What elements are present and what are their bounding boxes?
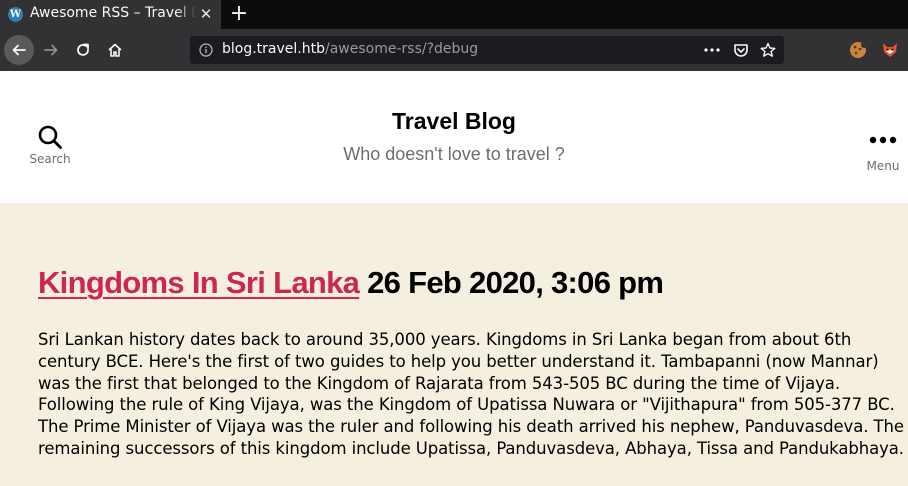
tab-title: Awesome RSS – Travel Blog: [30, 5, 196, 21]
tab-strip: W Awesome RSS – Travel Blog ✕ +: [0, 0, 908, 29]
wordpress-icon: W: [8, 7, 23, 22]
site-title[interactable]: Travel Blog: [254, 108, 654, 135]
more-icon: [704, 48, 720, 52]
menu-label: Menu: [866, 159, 900, 173]
bookmark-button[interactable]: [759, 41, 777, 59]
site-header: Search Travel Blog Who doesn't love to t…: [0, 71, 908, 203]
menu-dots-icon: [869, 136, 897, 144]
url-text[interactable]: blog.travel.htb/awesome-rss/?debug: [222, 41, 478, 57]
pocket-button[interactable]: [732, 41, 750, 59]
post-body: Sri Lankan history dates back to around …: [38, 330, 904, 458]
foxyproxy-icon[interactable]: [880, 40, 900, 60]
reload-button[interactable]: [68, 35, 98, 65]
search-toggle[interactable]: Search: [22, 125, 78, 175]
new-tab-button[interactable]: +: [228, 1, 250, 27]
search-icon: [38, 125, 62, 149]
main-content: Kingdoms In Sri Lanka 26 Feb 2020, 3:06 …: [0, 203, 908, 486]
url-host: blog.travel.htb: [222, 41, 325, 57]
search-label: Search: [29, 152, 71, 166]
tab-awesome-rss[interactable]: W Awesome RSS – Travel Blog ✕: [0, 0, 221, 29]
navigation-bar: blog.travel.htb/awesome-rss/?debug: [0, 29, 908, 71]
menu-toggle[interactable]: Menu: [858, 129, 908, 175]
arrow-right-icon: [44, 44, 58, 56]
forward-button[interactable]: [36, 35, 66, 65]
arrow-left-icon: [12, 44, 26, 56]
close-icon[interactable]: ✕: [197, 4, 215, 24]
page-actions-button[interactable]: [703, 41, 721, 59]
back-button[interactable]: [4, 35, 34, 65]
home-icon: [108, 43, 122, 57]
reload-icon: [77, 43, 89, 56]
post-title-link[interactable]: Kingdoms In Sri Lanka: [38, 265, 360, 300]
home-button[interactable]: [100, 35, 130, 65]
pocket-icon: [734, 44, 748, 57]
cookie-editor-icon[interactable]: [848, 40, 868, 60]
info-icon[interactable]: [199, 43, 213, 57]
site-description: Who doesn't love to travel ?: [343, 144, 565, 164]
post-heading: Kingdoms In Sri Lanka 26 Feb 2020, 3:06 …: [38, 265, 664, 301]
star-icon: [760, 42, 776, 57]
url-path: /awesome-rss/?debug: [325, 41, 479, 57]
post-date: 26 Feb 2020, 3:06 pm: [367, 265, 664, 300]
url-bar[interactable]: blog.travel.htb/awesome-rss/?debug: [190, 36, 784, 64]
